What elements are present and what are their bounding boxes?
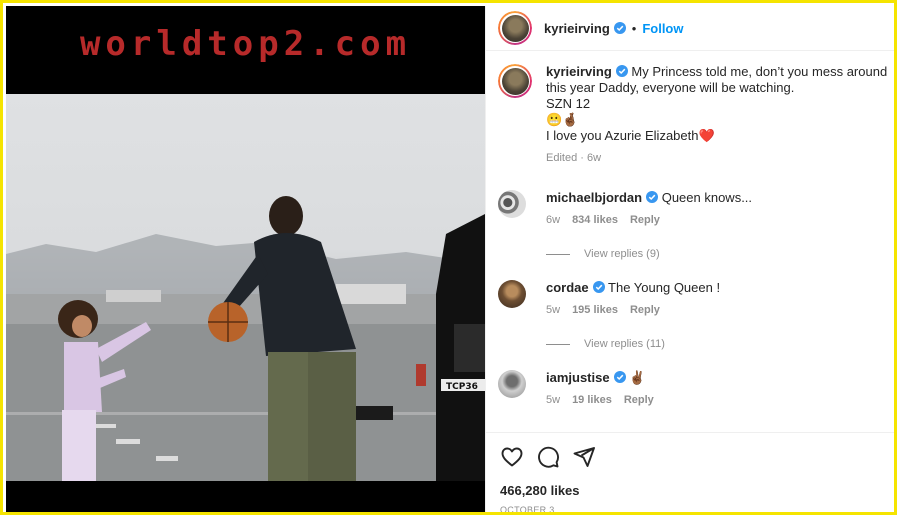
commenter-username[interactable]: michaelbjordan xyxy=(546,190,642,205)
share-icon[interactable] xyxy=(572,445,596,469)
verified-badge-icon xyxy=(615,65,628,77)
view-replies-button[interactable]: View replies (9) xyxy=(546,248,660,260)
caption-username[interactable]: kyrieirving xyxy=(546,64,612,79)
reply-button[interactable]: Reply xyxy=(630,214,660,226)
comment-body: iamjustise ✌🏾 5w 19 likes Reply xyxy=(546,370,894,408)
verified-badge-icon xyxy=(613,371,626,383)
comment-age: 5w xyxy=(546,304,561,316)
replies-line xyxy=(546,343,570,345)
comment-likes[interactable]: 834 likes xyxy=(572,214,618,226)
likes-count[interactable]: 466,280 likes xyxy=(500,483,580,498)
separator-dot: • xyxy=(631,20,637,36)
post-actions: 466,280 likes OCTOBER 3 xyxy=(486,432,894,512)
author-avatar[interactable] xyxy=(498,11,532,45)
commenter-username[interactable]: iamjustise xyxy=(546,370,610,385)
caption-emoji-line: 😬🤞🏾 xyxy=(546,112,579,127)
commenter-avatar[interactable] xyxy=(498,370,526,398)
view-replies-button[interactable]: View replies (11) xyxy=(546,338,665,350)
comments-list[interactable]: kyrieirving My Princess told me, don’t y… xyxy=(486,52,894,432)
verified-badge-icon xyxy=(646,191,659,203)
screenshot-frame: worldtop2.com TCP36 kyrieirving • Follow… xyxy=(0,0,897,515)
commenter-avatar[interactable] xyxy=(498,280,526,308)
comment-body: michaelbjordan Queen knows... 6w 834 like… xyxy=(546,190,894,228)
verified-badge-icon xyxy=(592,281,605,293)
post-media[interactable]: worldtop2.com TCP36 xyxy=(6,6,485,512)
comment-likes[interactable]: 19 likes xyxy=(572,394,612,406)
watermark-text: worldtop2.com xyxy=(79,24,412,64)
comment-body: cordae The Young Queen ! 5w 195 likes Repl… xyxy=(546,280,894,318)
view-replies-label: View replies (9) xyxy=(584,248,660,260)
comment-age: 6w xyxy=(546,214,561,226)
comment-text: Queen knows... xyxy=(661,190,753,205)
comment-text: The Young Queen ! xyxy=(608,280,721,295)
verified-badge-icon xyxy=(613,22,626,34)
caption-love-line: I love you Azurie Elizabeth xyxy=(546,128,699,143)
comment-text: ✌🏾 xyxy=(629,370,646,385)
author-username[interactable]: kyrieirving xyxy=(544,21,610,36)
comment-meta: 6w 834 likes Reply xyxy=(546,212,894,228)
heart-emoji: ❤️ xyxy=(698,128,715,143)
edited-label: Edited · 6w xyxy=(546,152,602,164)
replies-line xyxy=(546,253,570,255)
comment-meta: 5w 19 likes Reply xyxy=(546,392,894,408)
post-date[interactable]: OCTOBER 3 xyxy=(500,505,555,512)
follow-button[interactable]: Follow xyxy=(642,21,683,36)
post-photo[interactable]: TCP36 xyxy=(6,94,485,481)
commenter-avatar[interactable] xyxy=(498,190,526,218)
comment-age: 5w xyxy=(546,394,561,406)
reply-button[interactable]: Reply xyxy=(630,304,660,316)
post-details-panel: kyrieirving • Follow kyrieirving My Prin… xyxy=(485,6,894,512)
author-avatar[interactable] xyxy=(498,64,532,98)
reply-button[interactable]: Reply xyxy=(624,394,654,406)
comment-meta: 5w 195 likes Reply xyxy=(546,302,894,318)
comment-likes[interactable]: 195 likes xyxy=(572,304,618,316)
photo-illustration: TCP36 xyxy=(6,196,485,481)
caption-meta: Edited · 6w xyxy=(546,150,894,166)
comment-icon[interactable] xyxy=(536,445,560,469)
caption-body: kyrieirving My Princess told me, don’t y… xyxy=(546,64,894,166)
post-header: kyrieirving • Follow xyxy=(486,6,894,51)
view-replies-label: View replies (11) xyxy=(584,338,665,350)
license-plate: TCP36 xyxy=(446,382,478,392)
heart-icon[interactable] xyxy=(500,445,524,469)
commenter-username[interactable]: cordae xyxy=(546,280,589,295)
caption-hashtag-line: SZN 12 xyxy=(546,96,591,111)
